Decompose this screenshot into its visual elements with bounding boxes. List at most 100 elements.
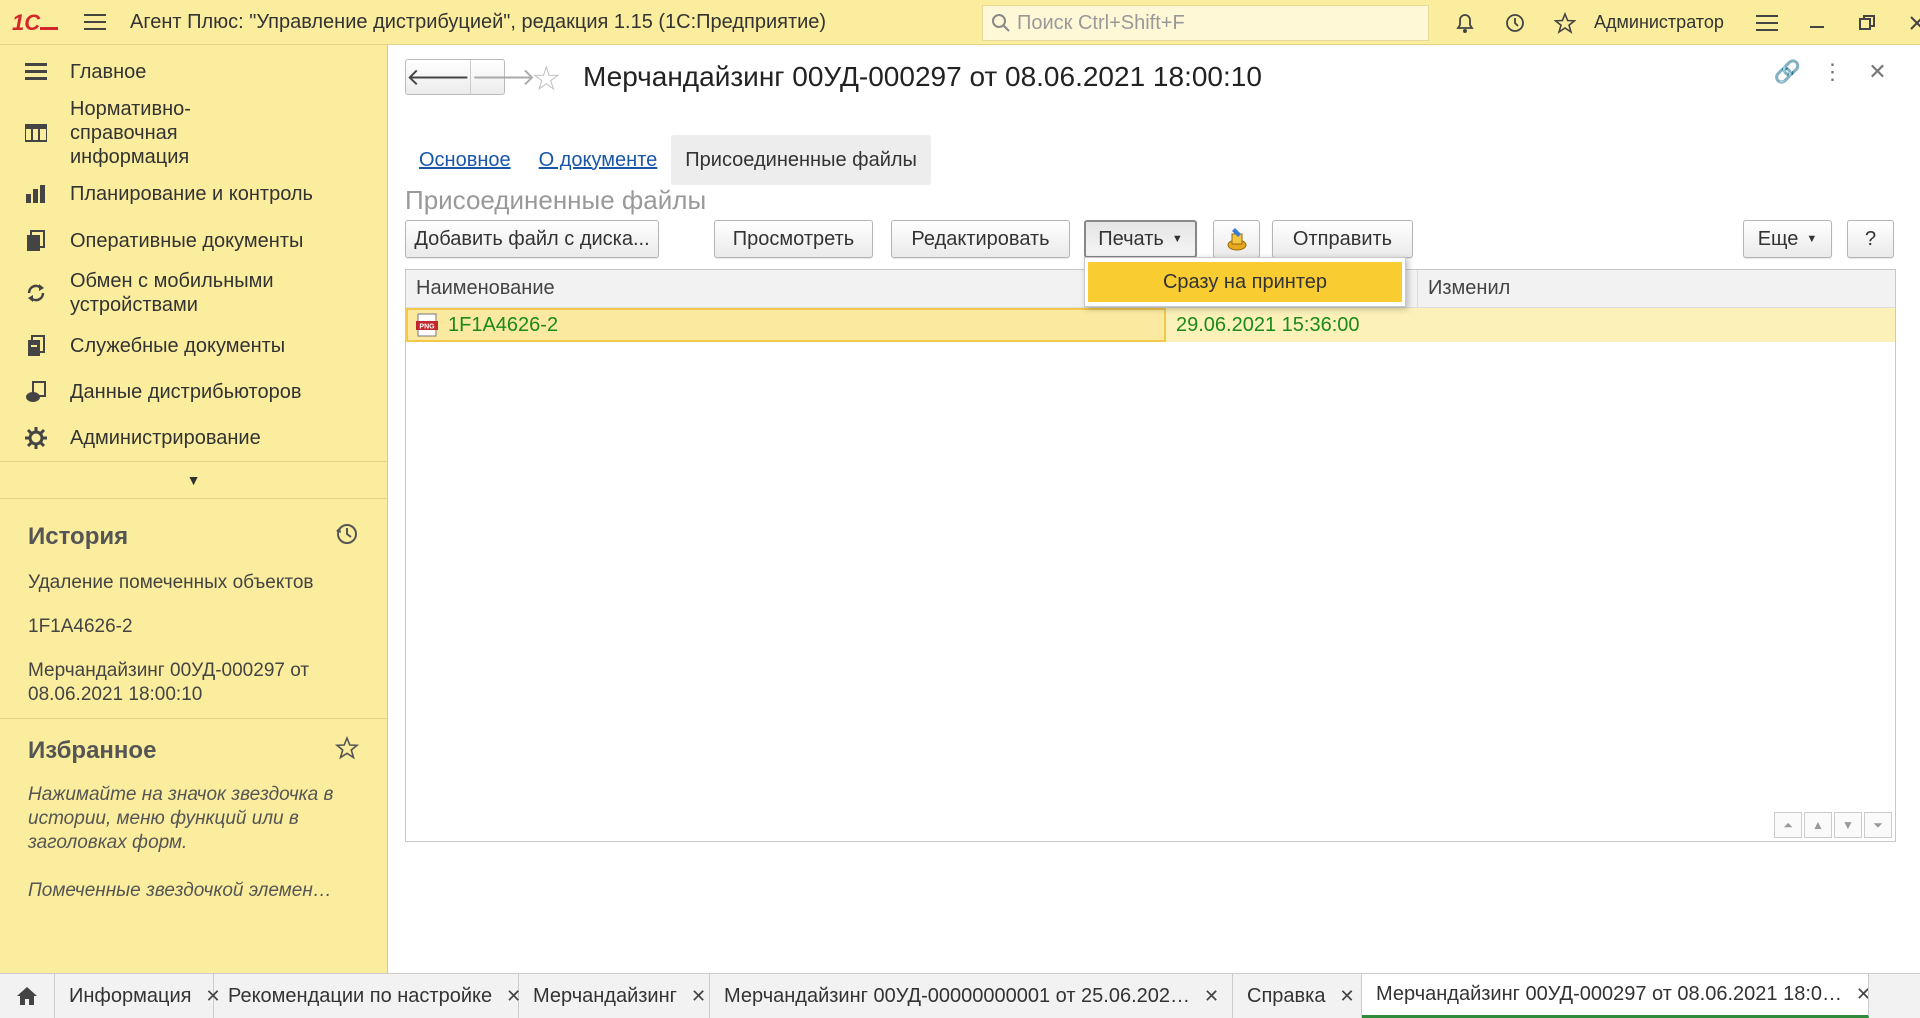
- scroll-last-icon[interactable]: ⏷: [1864, 812, 1892, 838]
- favorites-star-icon[interactable]: [1540, 0, 1590, 45]
- window-tab[interactable]: Рекомендации по настройке ✕: [214, 974, 521, 1018]
- documents-icon: [22, 227, 50, 255]
- form-tabs: Основное О документе Присоединенные файл…: [405, 135, 931, 185]
- expand-menu-button[interactable]: ▼: [0, 461, 387, 499]
- table-scroll-buttons: ⏶ ▲ ▼ ⏷: [1772, 812, 1892, 838]
- app-title: Агент Плюс: "Управление дистрибуцией", р…: [130, 10, 827, 33]
- minimize-icon[interactable]: [1792, 0, 1842, 45]
- svg-text:PNG: PNG: [419, 324, 435, 331]
- svg-text:1С: 1С: [12, 10, 41, 34]
- search-icon: [992, 14, 1010, 32]
- bell-icon[interactable]: [1440, 0, 1490, 45]
- more-button[interactable]: Еще ▼: [1743, 220, 1832, 258]
- more-vertical-icon[interactable]: ⋮: [1810, 59, 1855, 85]
- close-icon[interactable]: [1892, 0, 1920, 45]
- chevron-down-icon: ▼: [186, 472, 201, 488]
- section-title: Присоединенные файлы: [405, 185, 707, 215]
- favorites-panel: Избранное Нажимайте на значок звездочка …: [0, 733, 387, 903]
- main-menu-icon[interactable]: [70, 0, 120, 45]
- favorites-title: Избранное: [28, 737, 157, 764]
- sidebar-item-mobile-exchange[interactable]: Обмен с мобильными устройствами: [0, 263, 387, 323]
- window-tab[interactable]: Мерчандайзинг 00УД-00000000001 от 25.06.…: [710, 974, 1233, 1018]
- sidebar-item-service-docs[interactable]: Служебные документы: [0, 323, 387, 369]
- add-file-button[interactable]: Добавить файл с диска...: [405, 220, 659, 258]
- history-panel: История Удаление помеченных объектов 1F1…: [0, 519, 387, 719]
- gear-icon: [22, 424, 50, 452]
- nav-buttons: 🡐 🡒: [405, 59, 536, 95]
- view-button[interactable]: Просмотреть: [714, 220, 873, 258]
- distributor-data-icon: [22, 378, 50, 406]
- grid-icon: [22, 119, 50, 147]
- history-title: История: [28, 523, 129, 550]
- search-input[interactable]: Поиск Ctrl+Shift+F: [982, 5, 1429, 41]
- close-form-icon[interactable]: ✕: [1855, 59, 1900, 85]
- scroll-down-icon[interactable]: ▼: [1834, 812, 1862, 838]
- history-item[interactable]: Мерчандайзинг 00УД-000297 от 08.06.2021 …: [28, 659, 338, 707]
- 1c-logo[interactable]: 1С: [0, 0, 70, 45]
- row-name-cell[interactable]: PNG 1F1A4626-2: [406, 308, 1166, 342]
- row-changed-by-cell: [1418, 308, 1895, 342]
- close-tab-icon[interactable]: ✕: [691, 986, 706, 1007]
- sidebar-item-distributor-data[interactable]: Данные дистрибьюторов: [0, 369, 387, 415]
- open-windows-bar: Информация ✕ Рекомендации по настройке ✕ М…: [0, 973, 1920, 1018]
- back-arrow-icon[interactable]: 🡐: [406, 60, 470, 94]
- sidebar: Главное Нормативно-справочная информация…: [0, 45, 388, 973]
- document-title: Мерчандайзинг 00УД-000297 от 08.06.2021 …: [583, 61, 1262, 92]
- link-icon[interactable]: 🔗: [1765, 59, 1810, 85]
- favorites-hint-more: Помеченные звездочкой элемен…: [28, 880, 332, 901]
- close-tab-icon[interactable]: ✕: [1204, 986, 1219, 1007]
- print-menu-item-direct[interactable]: Сразу на принтер: [1088, 262, 1402, 302]
- files-table[interactable]: Наименование Изменил PNG 1F1A4626-2 29.0…: [405, 269, 1896, 842]
- sidebar-item-administration[interactable]: Администрирование: [0, 415, 387, 461]
- row-date-cell: 29.06.2021 15:36:00: [1166, 308, 1418, 342]
- sidebar-item-main[interactable]: Главное: [0, 47, 387, 97]
- favorite-star-icon[interactable]: ☆: [531, 59, 561, 99]
- caret-down-icon: ▼: [1171, 233, 1183, 245]
- table-row[interactable]: PNG 1F1A4626-2 29.06.2021 15:36:00: [406, 308, 1895, 342]
- sidebar-item-reference[interactable]: Нормативно-справочная информация: [0, 97, 387, 169]
- forward-arrow-icon[interactable]: 🡒: [470, 60, 536, 94]
- png-file-icon: PNG: [416, 313, 438, 337]
- sidebar-item-planning[interactable]: Планирование и контроль: [0, 169, 387, 219]
- restore-icon[interactable]: [1842, 0, 1892, 45]
- sync-icon: [22, 279, 50, 307]
- sidebar-item-operational-docs[interactable]: Оперативные документы: [0, 219, 387, 263]
- window-tab-active[interactable]: Мерчандайзинг 00УД-000297 от 08.06.2021 …: [1362, 974, 1869, 1018]
- search-placeholder: Поиск Ctrl+Shift+F: [1017, 11, 1185, 34]
- window-tab[interactable]: Информация ✕: [55, 974, 221, 1018]
- tab-main[interactable]: Основное: [405, 135, 525, 185]
- tab-attached-files[interactable]: Присоединенные файлы: [671, 135, 931, 185]
- tab-about-document[interactable]: О документе: [525, 135, 672, 185]
- scroll-up-icon[interactable]: ▲: [1804, 812, 1832, 838]
- bar-chart-icon: [22, 180, 50, 208]
- home-icon[interactable]: [0, 974, 55, 1018]
- close-tab-icon[interactable]: ✕: [1339, 986, 1354, 1007]
- window-tab[interactable]: Мерчандайзинг ✕: [519, 974, 710, 1018]
- help-button[interactable]: ?: [1847, 220, 1894, 258]
- column-name-header[interactable]: Наименование: [406, 270, 1166, 307]
- caret-down-icon: ▼: [1806, 233, 1818, 245]
- edit-button[interactable]: Редактировать: [891, 220, 1070, 258]
- 1c-logo-icon: 1С: [12, 10, 58, 34]
- sign-button[interactable]: [1213, 220, 1260, 258]
- document-form: 🡐 🡒 ☆ Мерчандайзинг 00УД-000297 от 08.06…: [388, 45, 1920, 973]
- star-icon[interactable]: [334, 735, 360, 766]
- history-item[interactable]: 1F1A4626-2: [28, 615, 359, 639]
- signature-icon: [1227, 228, 1246, 251]
- send-button[interactable]: Отправить: [1272, 220, 1413, 258]
- settings-menu-icon[interactable]: [1742, 0, 1792, 45]
- favorites-hint: Нажимайте на значок звездочка в истории,…: [28, 784, 334, 853]
- menu-list-icon: [22, 58, 50, 86]
- history-item[interactable]: Удаление помеченных объектов: [28, 571, 359, 595]
- scroll-first-icon[interactable]: ⏶: [1774, 812, 1802, 838]
- window-tab[interactable]: Справка ✕: [1233, 974, 1362, 1018]
- print-button[interactable]: Печать ▼: [1084, 220, 1197, 258]
- user-name[interactable]: Администратор: [1594, 12, 1724, 33]
- column-changed-by-header[interactable]: Изменил: [1418, 270, 1895, 307]
- title-bar: 1С Агент Плюс: "Управление дистрибуцией"…: [0, 0, 1920, 45]
- history-icon[interactable]: [335, 522, 359, 552]
- print-menu: Сразу на принтер: [1084, 257, 1406, 307]
- service-docs-icon: [22, 332, 50, 360]
- close-tab-icon[interactable]: ✕: [1856, 984, 1868, 1005]
- history-icon[interactable]: [1490, 0, 1540, 45]
